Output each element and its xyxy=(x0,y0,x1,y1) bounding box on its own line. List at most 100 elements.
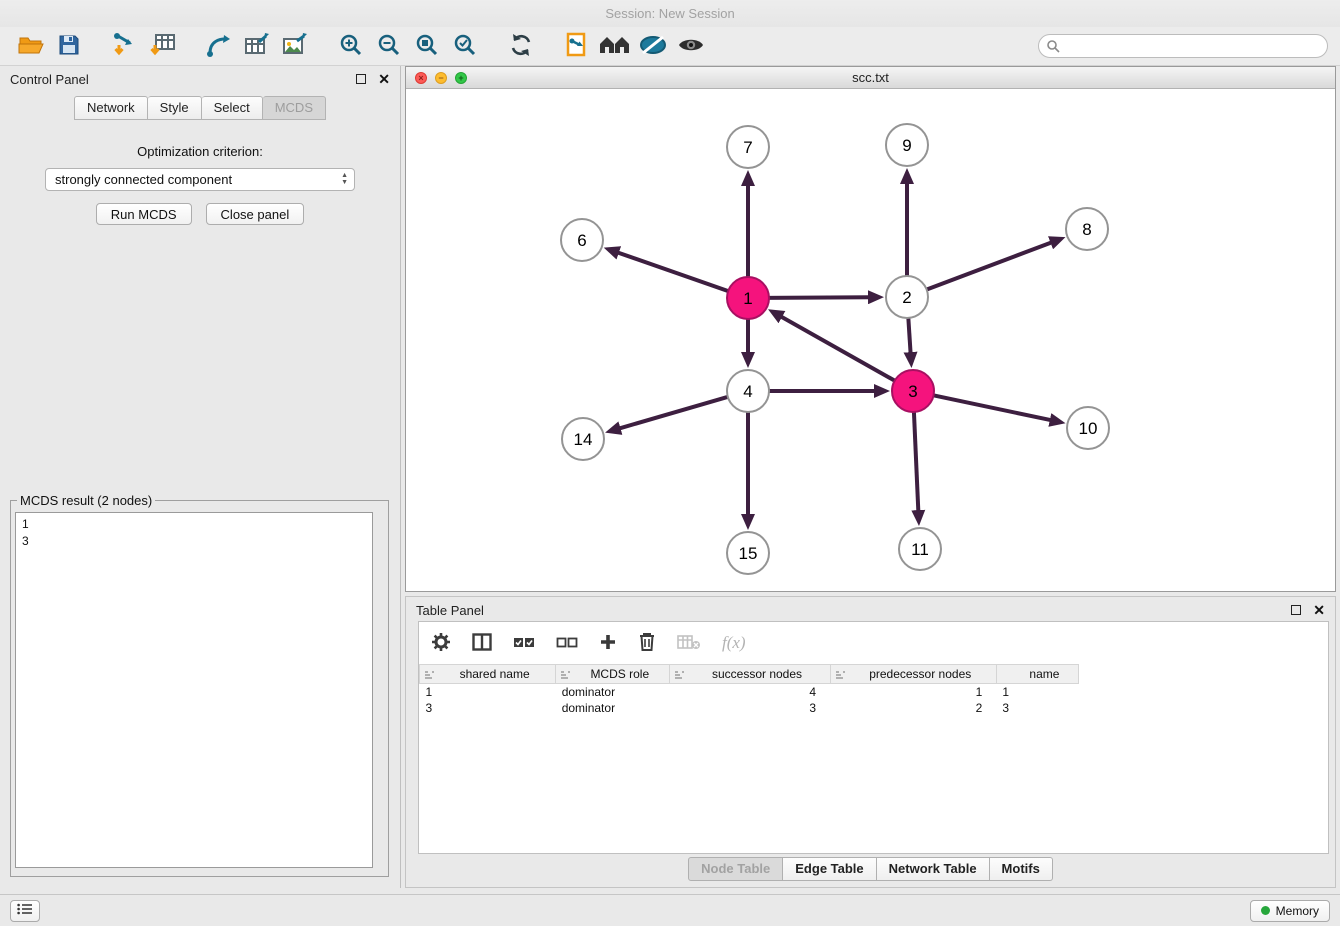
graph-edge[interactable] xyxy=(932,395,1052,420)
mcds-result-item[interactable]: 1 xyxy=(22,516,366,533)
function-builder-button[interactable]: f(x) xyxy=(722,628,746,658)
window-controls: × − + xyxy=(415,72,467,84)
cell-shared-name[interactable]: 1 xyxy=(420,684,556,700)
network-from-clipboard-button[interactable] xyxy=(558,30,596,62)
home-button[interactable] xyxy=(596,30,634,62)
graph-edge[interactable] xyxy=(780,316,896,382)
export-image-icon xyxy=(282,33,308,60)
show-hide-button[interactable] xyxy=(672,30,710,62)
split-column-button[interactable] xyxy=(472,628,492,658)
minimize-window-icon[interactable]: − xyxy=(435,72,447,84)
cell-shared-name[interactable]: 3 xyxy=(420,700,556,716)
cell-mcds-role[interactable]: dominator xyxy=(556,684,670,700)
export-image-button[interactable] xyxy=(276,30,314,62)
graph-node[interactable]: 11 xyxy=(899,528,941,570)
import-table-icon xyxy=(150,33,176,60)
column-header-name[interactable]: name xyxy=(996,665,1078,684)
network-window: scc.txt × − + 7 9 6 8 1 2 4 3 14 10 15 11 xyxy=(405,66,1336,592)
graph-node-label: 15 xyxy=(739,544,758,563)
graph-node[interactable]: 3 xyxy=(892,370,934,412)
close-window-icon[interactable]: × xyxy=(415,72,427,84)
visual-style-button[interactable] xyxy=(634,30,672,62)
export-network-button[interactable] xyxy=(200,30,238,62)
cell-name[interactable]: 1 xyxy=(996,684,1078,700)
graph-edge[interactable] xyxy=(617,252,730,292)
cell-successor-nodes[interactable]: 3 xyxy=(670,700,830,716)
graph-edge[interactable] xyxy=(925,242,1053,290)
column-header-successor-nodes[interactable]: successor nodes xyxy=(670,665,830,684)
close-panel-button[interactable]: Close panel xyxy=(206,203,305,225)
graph-node[interactable]: 6 xyxy=(561,219,603,261)
cell-predecessor-nodes[interactable]: 1 xyxy=(830,684,996,700)
tab-node-table[interactable]: Node Table xyxy=(688,857,783,881)
tab-style[interactable]: Style xyxy=(148,96,202,120)
table-panel: Table Panel ✕ xyxy=(405,596,1336,888)
cell-successor-nodes[interactable]: 4 xyxy=(670,684,830,700)
refresh-button[interactable] xyxy=(502,30,540,62)
tab-mcds[interactable]: MCDS xyxy=(263,96,326,120)
float-panel-icon[interactable] xyxy=(356,74,366,84)
tab-network-table[interactable]: Network Table xyxy=(877,857,990,881)
zoom-fit-button[interactable] xyxy=(408,30,446,62)
graph-edge[interactable] xyxy=(914,410,919,512)
maximize-window-icon[interactable]: + xyxy=(455,72,467,84)
graph-node[interactable]: 4 xyxy=(727,370,769,412)
graph-node[interactable]: 10 xyxy=(1067,407,1109,449)
deselect-all-icon xyxy=(556,635,578,652)
graph-node[interactable]: 7 xyxy=(727,126,769,168)
import-table-button[interactable] xyxy=(144,30,182,62)
table-panel-title: Table Panel xyxy=(416,603,484,618)
table-settings-button[interactable] xyxy=(431,628,451,658)
run-mcds-button[interactable]: Run MCDS xyxy=(96,203,192,225)
tab-motifs[interactable]: Motifs xyxy=(990,857,1053,881)
tab-select[interactable]: Select xyxy=(202,96,263,120)
graph-node[interactable]: 2 xyxy=(886,276,928,318)
column-header-mcds-role[interactable]: MCDS role xyxy=(556,665,670,684)
import-network-button[interactable] xyxy=(106,30,144,62)
zoom-in-button[interactable] xyxy=(332,30,370,62)
float-table-panel-icon[interactable] xyxy=(1291,605,1301,615)
zoom-out-button[interactable] xyxy=(370,30,408,62)
graph-edge[interactable] xyxy=(619,396,730,428)
open-session-button[interactable] xyxy=(12,30,50,62)
delete-row-button[interactable] xyxy=(638,628,656,658)
network-window-title: scc.txt xyxy=(406,70,1335,85)
network-canvas[interactable]: 7 9 6 8 1 2 4 3 14 10 15 11 xyxy=(406,89,1335,591)
tab-network[interactable]: Network xyxy=(74,96,148,120)
graph-node[interactable]: 8 xyxy=(1066,208,1108,250)
export-table-button[interactable] xyxy=(238,30,276,62)
column-header-predecessor-nodes[interactable]: predecessor nodes xyxy=(830,665,996,684)
mcds-result-list[interactable]: 1 3 xyxy=(15,512,373,868)
graph-edge[interactable] xyxy=(908,316,910,354)
tab-edge-table[interactable]: Edge Table xyxy=(783,857,876,881)
mcds-result-item[interactable]: 3 xyxy=(22,533,366,550)
zoom-selected-button[interactable] xyxy=(446,30,484,62)
cell-mcds-role[interactable]: dominator xyxy=(556,700,670,716)
graph-node[interactable]: 1 xyxy=(727,277,769,319)
cell-predecessor-nodes[interactable]: 2 xyxy=(830,700,996,716)
network-from-clipboard-icon xyxy=(565,32,589,61)
mcds-result-fieldset: MCDS result (2 nodes) 1 3 xyxy=(10,493,389,877)
search-input[interactable] xyxy=(1038,34,1328,58)
graph-node[interactable]: 14 xyxy=(562,418,604,460)
add-row-button[interactable] xyxy=(599,628,617,658)
deselect-all-button[interactable] xyxy=(556,628,578,658)
column-header-shared-name[interactable]: shared name xyxy=(420,665,556,684)
save-session-button[interactable] xyxy=(50,30,88,62)
graph-node[interactable]: 15 xyxy=(727,532,769,574)
delete-table-button[interactable] xyxy=(677,628,701,658)
close-table-panel-icon[interactable]: ✕ xyxy=(1313,605,1325,615)
graph-node[interactable]: 9 xyxy=(886,124,928,166)
cell-name[interactable]: 3 xyxy=(996,700,1078,716)
criterion-dropdown[interactable]: strongly connected component ▲▼ xyxy=(45,168,355,191)
close-panel-icon[interactable]: ✕ xyxy=(378,74,390,84)
memory-button[interactable]: Memory xyxy=(1250,900,1330,922)
graph-edge[interactable] xyxy=(767,297,870,298)
table-panel-tabs: Node Table Edge Table Network Table Moti… xyxy=(406,857,1335,881)
table-row[interactable]: 3 dominator 3 2 3 xyxy=(420,700,1079,716)
select-all-button[interactable] xyxy=(513,628,535,658)
network-window-titlebar[interactable]: scc.txt × − + xyxy=(406,67,1335,89)
task-history-button[interactable] xyxy=(10,900,40,922)
table-row[interactable]: 1 dominator 4 1 1 xyxy=(420,684,1079,700)
network-graph[interactable]: 7 9 6 8 1 2 4 3 14 10 15 11 xyxy=(406,89,1335,591)
